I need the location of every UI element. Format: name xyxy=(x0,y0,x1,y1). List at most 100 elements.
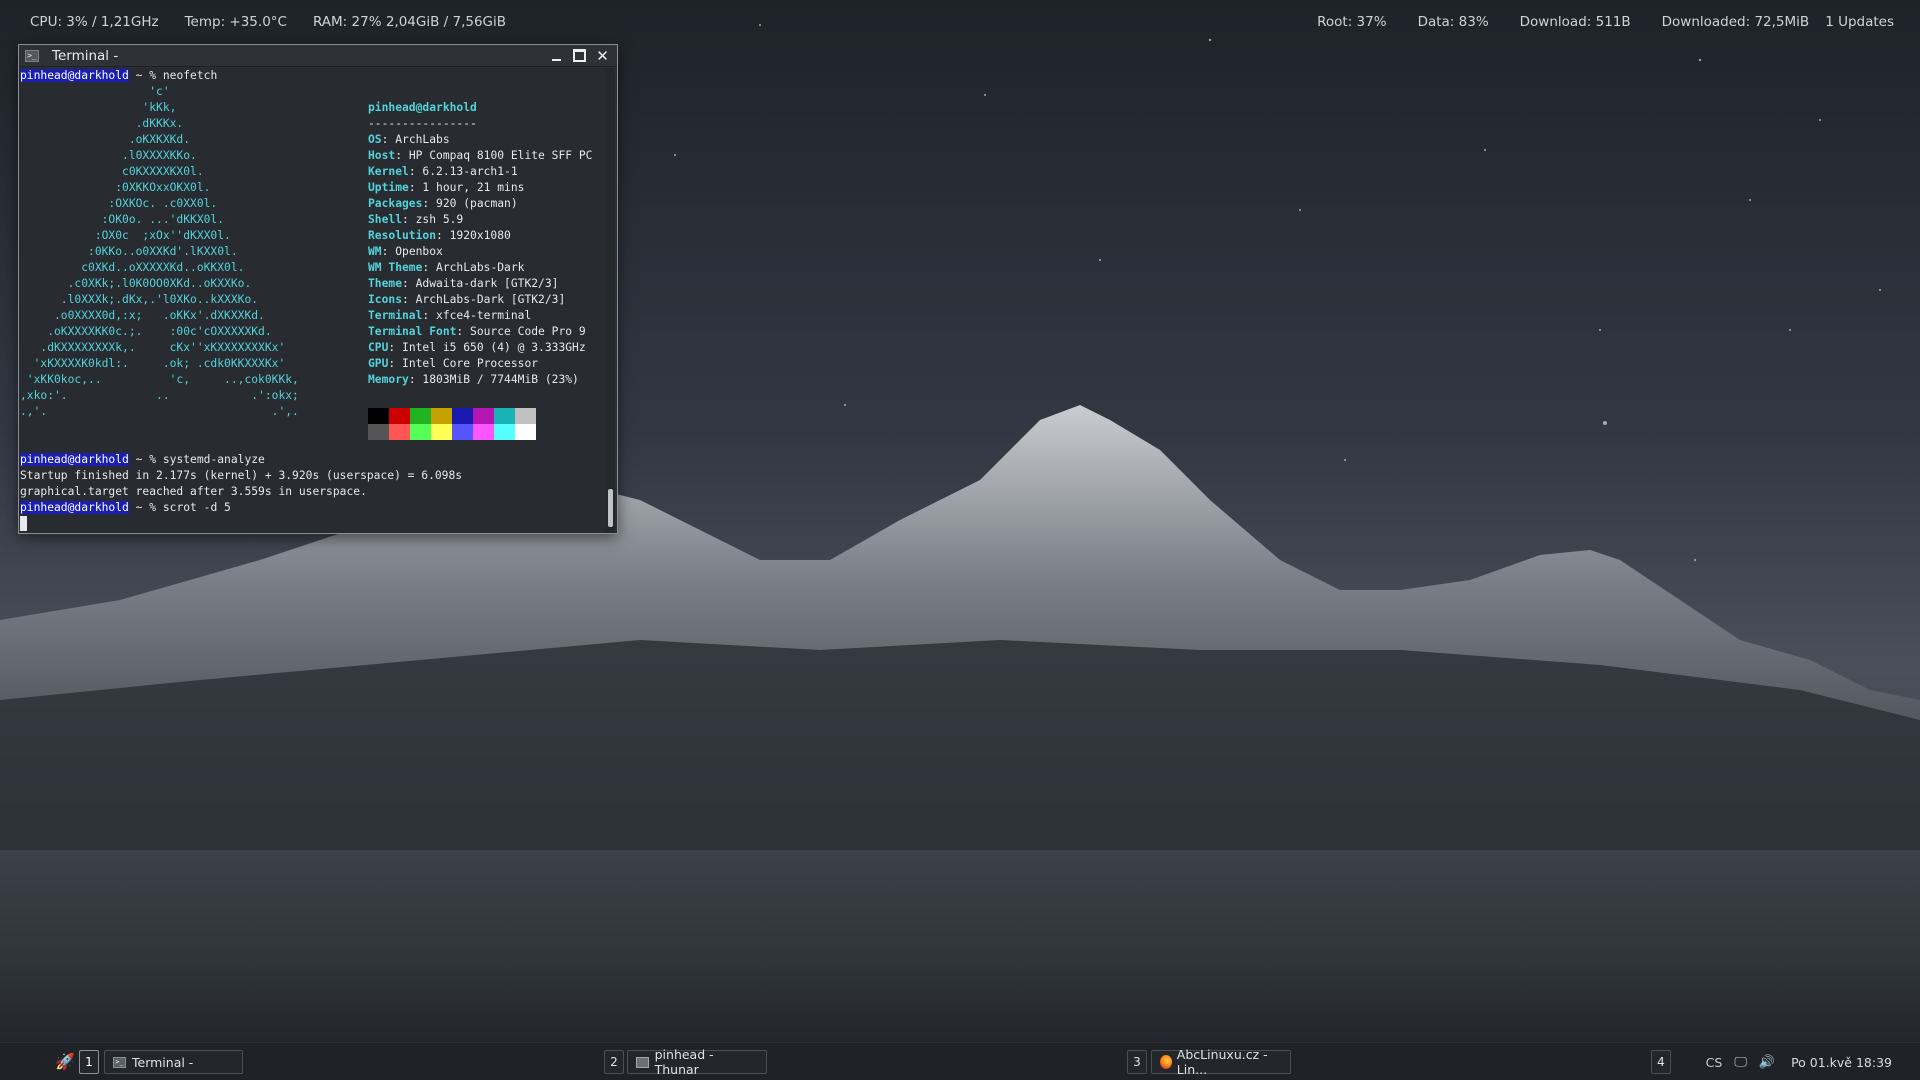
scrollbar-thumb[interactable] xyxy=(608,489,613,527)
window-title: Terminal - xyxy=(52,47,119,64)
info-colon: : xyxy=(422,261,437,274)
info-value: Intel Core Processor xyxy=(402,357,539,370)
ascii-logo-line: ,xko:'. .. .':okx; xyxy=(20,389,299,402)
ascii-logo-line: .dKXXXXXXXXk,. cKx''xKXXXXXXXKx' xyxy=(20,341,286,354)
ascii-logo-line: .oKXKXKd. xyxy=(20,133,191,146)
info-key: OS xyxy=(368,133,382,146)
info-colon: : xyxy=(402,277,416,290)
task-label: pinhead - Thunar xyxy=(654,1047,714,1077)
ascii-logo-line: :OK0o. ...'dKKX0l. xyxy=(20,213,225,226)
palette-swatch xyxy=(431,408,452,424)
taskbar: 🚀 1 >_ Terminal - 2 pinhead - Thunar 3 A… xyxy=(0,1042,1920,1080)
info-value: HP Compaq 8100 Elite SFF PC xyxy=(408,149,593,162)
info-colon: : xyxy=(422,197,437,210)
cpu-status: CPU: 3% / 1,21GHz xyxy=(30,14,159,30)
window-titlebar[interactable]: >_ Terminal - ✕ xyxy=(19,45,617,67)
terminal-output[interactable]: pinhead@darkhold ~ % neofetch 'c' 'kKk, … xyxy=(19,68,605,533)
info-row: Uptime: 1 hour, 21 mins xyxy=(368,180,605,196)
keyboard-layout-indicator[interactable]: CS xyxy=(1706,1055,1723,1070)
prompt-line: pinhead@darkhold ~ % neofetch xyxy=(20,68,605,84)
command-text: systemd-analyze xyxy=(162,453,265,466)
info-key: WM xyxy=(368,245,382,258)
info-value: Openbox xyxy=(395,245,443,258)
info-colon: : xyxy=(402,213,416,226)
output-line: graphical.target reached after 3.559s in… xyxy=(20,485,367,498)
workspace-2-button[interactable]: 2 xyxy=(604,1050,624,1074)
terminal-icon: >_ xyxy=(113,1056,126,1068)
ascii-logo-line: .,'. .',. xyxy=(20,405,299,418)
ascii-logo-line: :0XKKOxxOKX0l. xyxy=(20,181,211,194)
neofetch-ascii-logo: 'c' 'kKk, .dKKKx. .oKXKXKd. .l0XXXXKKo. … xyxy=(20,84,360,420)
info-colon: : xyxy=(408,373,423,386)
info-key: GPU xyxy=(368,357,389,370)
info-key: CPU xyxy=(368,341,389,354)
info-row: Icons: ArchLabs-Dark [GTK2/3] xyxy=(368,292,605,308)
prompt-separator: ~ % xyxy=(128,453,163,466)
info-row: Packages: 920 (pacman) xyxy=(368,196,605,212)
command-text: scrot -d 5 xyxy=(162,501,231,514)
info-colon: : xyxy=(395,149,409,162)
info-key: Theme xyxy=(368,277,403,290)
task-thunar[interactable]: pinhead - Thunar xyxy=(627,1047,767,1077)
maximize-button[interactable] xyxy=(571,47,588,64)
info-key: WM Theme xyxy=(368,261,423,274)
firefox-icon xyxy=(1160,1055,1172,1069)
root-disk-status: Root: 37% xyxy=(1317,14,1387,30)
palette-swatch xyxy=(389,424,410,440)
ascii-logo-line: .l0XXXk;.dKx,.'l0XKo..kXXXKo. xyxy=(20,293,259,306)
ascii-logo-line: :OX0c ;xOx''dKXX0l. xyxy=(20,229,231,242)
info-row: OS: ArchLabs xyxy=(368,132,605,148)
info-key: Memory xyxy=(368,373,409,386)
palette-swatch xyxy=(515,424,536,440)
info-value: 1803MiB / 7744MiB (23%) xyxy=(422,373,579,386)
prompt-separator: ~ % xyxy=(128,69,163,82)
clock[interactable]: Po 01.kvě 18:39 xyxy=(1791,1055,1892,1070)
task-terminal[interactable]: >_ Terminal - xyxy=(104,1050,243,1074)
prompt-line: pinhead@darkhold ~ % systemd-analyze xyxy=(20,452,605,468)
network-icon[interactable]: 🖵 xyxy=(1734,1055,1747,1070)
info-value: 920 (pacman) xyxy=(436,197,518,210)
info-row: Kernel: 6.2.13-arch1-1 xyxy=(368,164,605,180)
info-row: Shell: zsh 5.9 xyxy=(368,212,605,228)
ascii-logo-line: .c0XKk;.l0K0OO0XKd..oKXXKo. xyxy=(20,277,252,290)
info-value: ArchLabs-Dark xyxy=(436,261,525,274)
prompt-line: pinhead@darkhold ~ % scrot -d 5 xyxy=(20,500,605,516)
info-row: Memory: 1803MiB / 7744MiB (23%) xyxy=(368,372,605,388)
ascii-logo-line: .l0XXXXKKo. xyxy=(20,149,197,162)
download-rate-status: Download: 511B xyxy=(1519,14,1631,30)
info-key: Packages xyxy=(368,197,423,210)
input-line[interactable] xyxy=(20,516,605,532)
rocket-icon[interactable]: 🚀 xyxy=(55,1052,75,1072)
workspace-4-button[interactable]: 4 xyxy=(1651,1050,1671,1074)
info-colon: : xyxy=(402,293,416,306)
info-value: ArchLabs xyxy=(395,133,450,146)
palette-swatch xyxy=(410,408,431,424)
close-button[interactable]: ✕ xyxy=(594,47,611,65)
info-key: Resolution xyxy=(368,229,437,242)
ascii-logo-line: 'xKK0koc,.. 'c, ..,cok0KKk, xyxy=(20,373,299,386)
info-key: Terminal Font xyxy=(368,325,457,338)
terminal-window[interactable]: >_ Terminal - ✕ pinhead@darkhold ~ % neo… xyxy=(18,44,618,534)
task-label: AbcLinuxu.cz - Lin... xyxy=(1176,1047,1268,1077)
data-disk-status: Data: 83% xyxy=(1417,14,1489,30)
palette-swatch xyxy=(515,408,536,424)
palette-swatch xyxy=(452,424,473,440)
volume-icon[interactable]: 🔊 xyxy=(1759,1055,1775,1070)
prompt-separator: ~ % xyxy=(128,501,163,514)
terminal-scrollbar[interactable] xyxy=(605,68,615,533)
updates-status[interactable]: 1 Updates xyxy=(1825,14,1894,30)
color-palette xyxy=(368,408,536,440)
info-key: Uptime xyxy=(368,181,409,194)
info-key: Terminal xyxy=(368,309,423,322)
minimize-button[interactable] xyxy=(548,47,565,64)
info-colon: : xyxy=(381,245,396,258)
workspace-1-button[interactable]: 1 xyxy=(79,1050,99,1074)
system-tray: CS 🖵 🔊 Po 01.kvě 18:39 xyxy=(1706,1043,1920,1080)
info-value: Adwaita-dark [GTK2/3] xyxy=(415,277,559,290)
info-key: Icons xyxy=(368,293,403,306)
info-row: Terminal Font: Source Code Pro 9 xyxy=(368,324,605,340)
workspace-3-button[interactable]: 3 xyxy=(1127,1050,1147,1074)
task-firefox[interactable]: AbcLinuxu.cz - Lin... xyxy=(1151,1047,1291,1077)
ascii-logo-line: c0XKd..oXXXXXKd..oKKX0l. xyxy=(20,261,245,274)
ram-status: RAM: 27% 2,04GiB / 7,56GiB xyxy=(312,14,507,30)
